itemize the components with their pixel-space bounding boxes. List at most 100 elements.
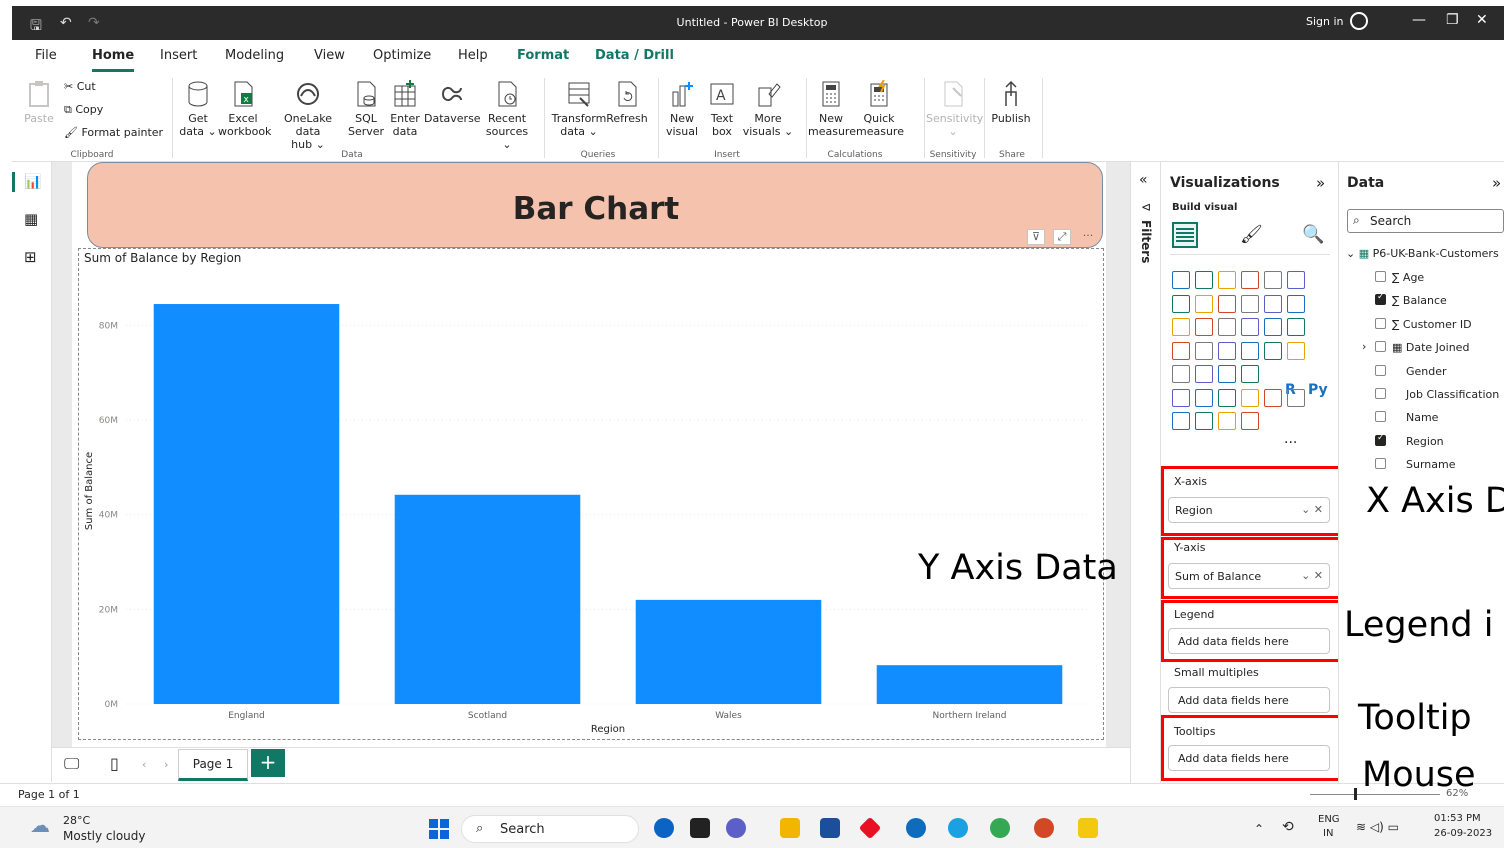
- field-balance[interactable]: ∑ Balance: [1375, 292, 1447, 307]
- field-checkbox[interactable]: [1375, 292, 1386, 306]
- field-checkbox[interactable]: [1375, 341, 1386, 353]
- transform-data-button[interactable]: Transform data ⌄: [550, 80, 608, 138]
- filter-visual-icon[interactable]: ⊽: [1027, 229, 1045, 245]
- menu-optimize[interactable]: Optimize: [373, 48, 431, 63]
- table-view-icon[interactable]: ▦: [24, 210, 38, 228]
- bar-england[interactable]: [153, 304, 340, 704]
- field-checkbox[interactable]: [1375, 433, 1386, 446]
- field-region[interactable]: Region: [1375, 433, 1444, 448]
- field-customer-id[interactable]: ∑ Customer ID: [1375, 317, 1472, 331]
- more-visuals-icon[interactable]: ···: [1284, 435, 1297, 451]
- more-visuals-button[interactable]: More visuals ⌄: [742, 80, 794, 138]
- powerpoint-icon[interactable]: [1034, 818, 1054, 838]
- add-page-button[interactable]: +: [251, 749, 285, 777]
- restore-icon[interactable]: ❐: [1446, 12, 1459, 28]
- visual-type-icon[interactable]: [1195, 294, 1213, 313]
- model-view-icon[interactable]: ⊞: [24, 248, 37, 266]
- help-app-icon[interactable]: [906, 818, 926, 838]
- data-search-input[interactable]: ⌕ Search: [1347, 209, 1504, 233]
- menu-home[interactable]: Home: [92, 48, 135, 72]
- chat-app-icon[interactable]: [726, 818, 746, 838]
- paste-button[interactable]: Paste: [22, 80, 56, 125]
- text-box-button[interactable]: A Text box: [704, 80, 740, 138]
- file-explorer-icon[interactable]: [780, 818, 800, 838]
- visual-type-icon[interactable]: [1218, 294, 1236, 313]
- visual-type-icon[interactable]: [1264, 318, 1282, 336]
- field-checkbox[interactable]: [1375, 317, 1386, 329]
- visual-type-icon[interactable]: [1172, 412, 1190, 430]
- account-avatar-icon[interactable]: [1350, 12, 1368, 30]
- enter-data-button[interactable]: Enter data: [386, 80, 424, 138]
- more-options-icon[interactable]: ···: [1079, 229, 1097, 245]
- report-view-icon[interactable]: 📊: [24, 174, 41, 190]
- focus-mode-icon[interactable]: ⤢: [1053, 229, 1071, 245]
- taskbar-search-box[interactable]: ⌕ Search: [461, 815, 639, 843]
- visual-type-icon[interactable]: [1218, 341, 1236, 360]
- cut-button[interactable]: ✂ Cut: [64, 80, 96, 93]
- visual-type-icon[interactable]: [1287, 271, 1305, 289]
- field-checkbox[interactable]: [1375, 411, 1386, 423]
- new-measure-button[interactable]: New measure: [808, 80, 856, 138]
- visual-type-icon[interactable]: [1241, 412, 1259, 430]
- visual-type-icon[interactable]: [1195, 388, 1213, 407]
- minimize-icon[interactable]: —: [1412, 12, 1426, 28]
- weather-desc[interactable]: Mostly cloudy: [63, 829, 146, 843]
- excel-workbook-button[interactable]: x Excel workbook: [218, 80, 271, 138]
- field-name[interactable]: Name: [1375, 411, 1438, 424]
- edge-browser-icon[interactable]: [948, 818, 968, 838]
- visual-type-icon[interactable]: [1241, 341, 1259, 360]
- copilot-tray-icon[interactable]: ⟲: [1282, 819, 1294, 835]
- quick-measure-button[interactable]: Quick measure: [856, 80, 904, 138]
- show-hidden-icons-icon[interactable]: ⌃: [1254, 822, 1264, 836]
- get-data-button[interactable]: Get data ⌄: [178, 80, 218, 138]
- visual-type-icon[interactable]: [1195, 341, 1213, 360]
- next-page-icon[interactable]: ›: [164, 758, 168, 771]
- menu-data-drill[interactable]: Data / Drill: [595, 48, 674, 63]
- field-age[interactable]: ∑ Age: [1375, 271, 1424, 284]
- mobile-layout-icon[interactable]: ▯: [110, 754, 119, 773]
- build-visual-tab-icon[interactable]: [1172, 222, 1198, 248]
- power-bi-taskbar-icon[interactable]: [1078, 818, 1098, 838]
- region-indicator[interactable]: IN: [1323, 828, 1333, 839]
- small-multiples-well[interactable]: Add data fields here: [1168, 687, 1330, 713]
- dataverse-button[interactable]: Dataverse: [424, 80, 481, 125]
- visual-type-icon[interactable]: [1218, 365, 1236, 383]
- refresh-button[interactable]: Refresh: [606, 80, 648, 125]
- visual-type-icon[interactable]: [1172, 318, 1190, 336]
- visual-type-icon[interactable]: [1241, 388, 1259, 407]
- prev-page-icon[interactable]: ‹: [142, 758, 146, 771]
- visual-type-icon[interactable]: [1287, 294, 1305, 313]
- new-visual-button[interactable]: New visual: [664, 80, 700, 138]
- analytics-icon[interactable]: 🔍: [1302, 224, 1324, 245]
- onelake-data-hub-button[interactable]: OneLake data hub ⌄: [270, 80, 346, 151]
- visual-type-icon[interactable]: [1264, 341, 1282, 360]
- visual-type-icon[interactable]: [1195, 412, 1213, 430]
- filters-label[interactable]: Filters: [1139, 220, 1153, 263]
- sensitivity-button[interactable]: Sensitivity ⌄: [926, 80, 983, 138]
- format-visual-icon[interactable]: 🖌: [1240, 224, 1263, 245]
- collapse-chevron-icon[interactable]: ⌄: [1346, 247, 1355, 260]
- expand-panes-icon[interactable]: «: [1139, 172, 1148, 188]
- visual-type-icon[interactable]: [1287, 388, 1305, 407]
- clock-time[interactable]: 01:53 PM: [1434, 813, 1481, 824]
- bar-wales[interactable]: [635, 599, 822, 704]
- visual-type-icon[interactable]: [1172, 388, 1190, 407]
- field-date-joined[interactable]: ▦ Date Joined ›: [1362, 340, 1469, 354]
- sign-in-link[interactable]: Sign in: [1306, 15, 1344, 28]
- visual-type-icon[interactable]: [1172, 341, 1190, 360]
- visual-type-icon[interactable]: [1264, 294, 1282, 313]
- title-shape[interactable]: Bar Chart: [87, 162, 1103, 248]
- visual-type-icon[interactable]: [1218, 412, 1236, 430]
- zoom-slider-thumb[interactable]: [1354, 788, 1357, 800]
- visual-type-icon[interactable]: [1195, 365, 1213, 383]
- publish-button[interactable]: Publish: [988, 80, 1034, 125]
- visual-type-icon[interactable]: [1264, 388, 1282, 407]
- visual-type-icon[interactable]: [1241, 365, 1259, 383]
- menu-help[interactable]: Help: [458, 48, 488, 63]
- visual-type-icon[interactable]: [1172, 271, 1190, 289]
- desktop-layout-icon[interactable]: 🖵: [64, 754, 79, 774]
- visual-type-icon[interactable]: [1195, 271, 1213, 289]
- copy-button[interactable]: ⧉ Copy: [64, 103, 103, 116]
- expand-chevron-icon[interactable]: ›: [1362, 340, 1366, 353]
- field-surname[interactable]: Surname: [1375, 458, 1455, 471]
